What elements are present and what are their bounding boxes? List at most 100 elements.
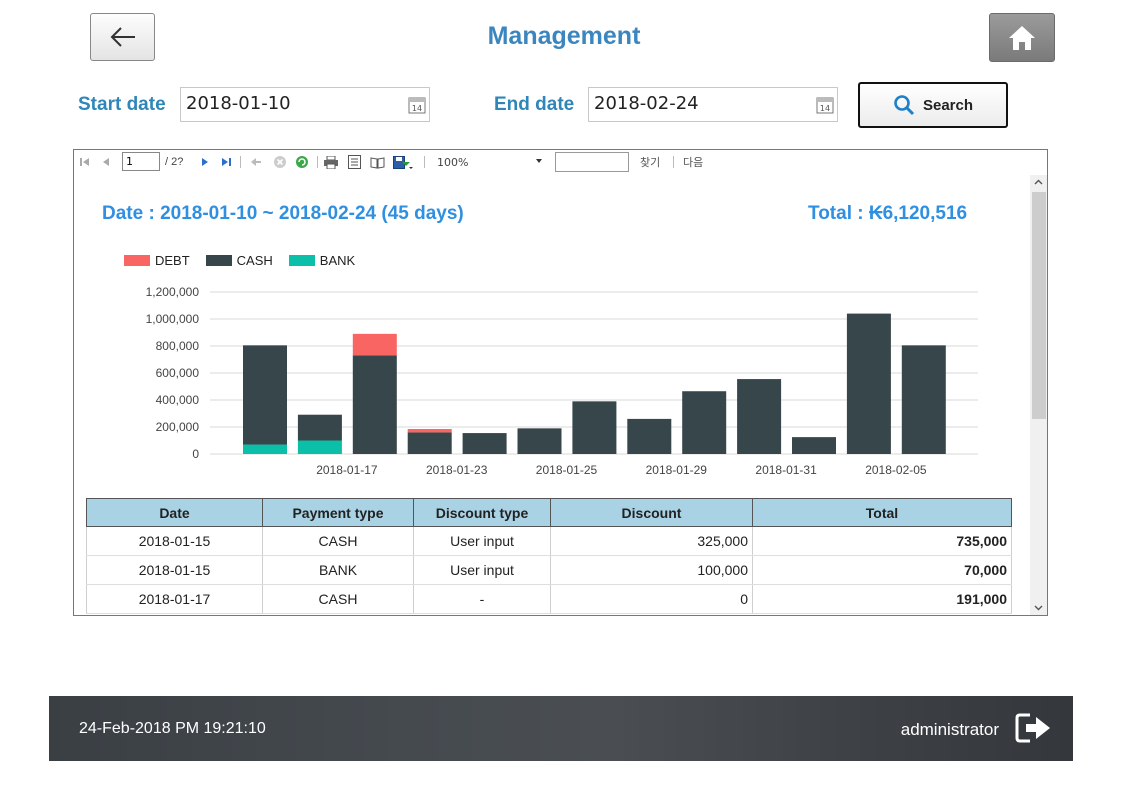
search-button[interactable]: Search xyxy=(858,82,1008,128)
start-date-field[interactable]: 14 xyxy=(180,87,430,122)
page-setup-icon[interactable] xyxy=(369,154,385,170)
table-row[interactable]: 2018-01-15 BANK User input 100,000 70,000 xyxy=(86,555,1012,585)
table-cell: 2018-01-15 xyxy=(86,526,263,556)
bar-debt[interactable] xyxy=(352,333,397,356)
report-date-range: Date : 2018-01-10 ~ 2018-02-24 (45 days) xyxy=(102,203,464,224)
table-cell: User input xyxy=(413,555,551,585)
x-tick-label: 2018-01-29 xyxy=(646,463,708,477)
current-datetime: 24-Feb-2018 PM 19:21:10 xyxy=(79,720,266,737)
stop-icon[interactable] xyxy=(272,154,288,170)
column-header[interactable]: Discount type xyxy=(413,498,551,527)
y-tick-label: 1,000,000 xyxy=(146,312,200,326)
x-tick-label: 2018-01-31 xyxy=(755,463,817,477)
scroll-down-icon[interactable] xyxy=(1034,605,1043,611)
last-page-icon[interactable] xyxy=(220,154,232,170)
column-header[interactable]: Payment type xyxy=(262,498,414,527)
calendar-icon[interactable]: 14 xyxy=(816,96,834,114)
page-layout-icon[interactable] xyxy=(346,154,362,170)
bar-cash[interactable] xyxy=(627,418,672,454)
bar-cash[interactable] xyxy=(846,313,891,454)
bar-cash[interactable] xyxy=(462,433,507,454)
table-cell: 2018-01-15 xyxy=(86,555,263,585)
bar-debt[interactable] xyxy=(407,429,452,433)
bar-cash[interactable] xyxy=(901,345,946,454)
bar-cash[interactable] xyxy=(407,432,452,454)
column-header[interactable]: Discount xyxy=(550,498,753,527)
bar-cash[interactable] xyxy=(352,355,397,454)
x-tick-label: 2018-01-17 xyxy=(316,463,378,477)
page-total: / 2? xyxy=(165,156,184,168)
table-row[interactable]: 2018-01-15 CASH User input 325,000 735,000 xyxy=(86,526,1012,556)
sales-table: Date Payment type Discount type Discount Tot… xyxy=(86,498,1012,614)
y-tick-label: 0 xyxy=(192,447,199,461)
prev-page-icon[interactable] xyxy=(100,154,112,170)
back-nav-icon[interactable] xyxy=(249,154,263,170)
y-tick-label: 1,200,000 xyxy=(146,285,200,299)
table-cell: 70,000 xyxy=(752,555,1012,585)
bar-bank[interactable] xyxy=(297,440,342,455)
bar-cash[interactable] xyxy=(792,437,836,454)
table-cell: 325,000 xyxy=(550,526,753,556)
refresh-icon[interactable] xyxy=(294,154,310,170)
legend-swatch xyxy=(288,255,315,266)
table-body: 2018-01-15 CASH User input 325,000 735,000 20… xyxy=(86,526,1012,614)
legend-item[interactable]: BANK xyxy=(288,253,355,268)
zoom-value: 100% xyxy=(437,155,469,169)
column-header[interactable]: Date xyxy=(86,498,263,527)
calendar-icon[interactable]: 14 xyxy=(408,96,426,114)
print-icon[interactable] xyxy=(323,154,339,170)
chart-legend: DEBT CASH BANK xyxy=(124,253,355,268)
table-row[interactable]: 2018-01-17 CASH -0 191,000 xyxy=(86,584,1012,614)
legend-swatch xyxy=(205,255,232,266)
bar-cash[interactable] xyxy=(572,401,617,454)
zoom-select[interactable]: 100% xyxy=(434,153,544,171)
find-next-button[interactable]: 다음 xyxy=(683,154,703,170)
page-title: Management xyxy=(487,22,641,50)
bar-cash[interactable] xyxy=(297,414,342,441)
scroll-thumb[interactable] xyxy=(1032,192,1046,419)
find-input[interactable] xyxy=(555,152,629,172)
bar-bank[interactable] xyxy=(243,444,287,454)
y-tick-label: 600,000 xyxy=(156,366,200,380)
home-button[interactable] xyxy=(989,13,1055,62)
report-viewer: / 2? 100% xyxy=(73,149,1048,616)
bar-cash[interactable] xyxy=(682,391,727,454)
search-icon xyxy=(894,95,915,116)
legend-swatch xyxy=(124,255,150,266)
table-cell: 735,000 xyxy=(752,526,1012,556)
bar-cash[interactable] xyxy=(517,428,562,454)
first-page-icon[interactable] xyxy=(79,154,91,170)
scroll-up-icon[interactable] xyxy=(1034,179,1043,185)
legend-item[interactable]: DEBT xyxy=(124,253,190,268)
legend-item[interactable]: CASH xyxy=(205,253,273,268)
column-header[interactable]: Total xyxy=(752,498,1012,527)
svg-text:14: 14 xyxy=(412,104,422,113)
table-cell: 191,000 xyxy=(752,584,1012,614)
toolbar-divider xyxy=(673,156,674,168)
bar-cash[interactable] xyxy=(243,345,287,445)
table-cell: 0 xyxy=(550,584,753,614)
end-date-field[interactable]: 14 xyxy=(588,87,838,122)
table-cell: 2018-01-17 xyxy=(86,584,263,614)
table-cell: BANK xyxy=(262,555,414,585)
next-page-icon[interactable] xyxy=(199,154,211,170)
y-tick-label: 800,000 xyxy=(156,339,200,353)
table-cell: CASH xyxy=(262,584,414,614)
legend-label: DEBT xyxy=(155,253,190,268)
y-tick-label: 200,000 xyxy=(156,420,200,434)
toolbar-divider xyxy=(317,156,318,168)
vertical-scrollbar[interactable] xyxy=(1030,175,1047,615)
logout-icon[interactable] xyxy=(1015,712,1053,744)
find-button[interactable]: 찾기 xyxy=(640,154,660,170)
chevron-down-icon xyxy=(536,159,542,163)
end-date-input[interactable] xyxy=(594,93,794,114)
table-cell: CASH xyxy=(262,526,414,556)
export-icon[interactable] xyxy=(392,154,414,170)
page-number-input[interactable] xyxy=(122,152,160,171)
start-date-input[interactable] xyxy=(186,93,386,114)
viewer-toolbar: / 2? 100% xyxy=(74,150,1047,174)
legend-label: CASH xyxy=(236,253,273,268)
x-tick-label: 2018-01-23 xyxy=(426,463,488,477)
bar-cash[interactable] xyxy=(737,379,782,454)
table-cell: - xyxy=(413,584,551,614)
